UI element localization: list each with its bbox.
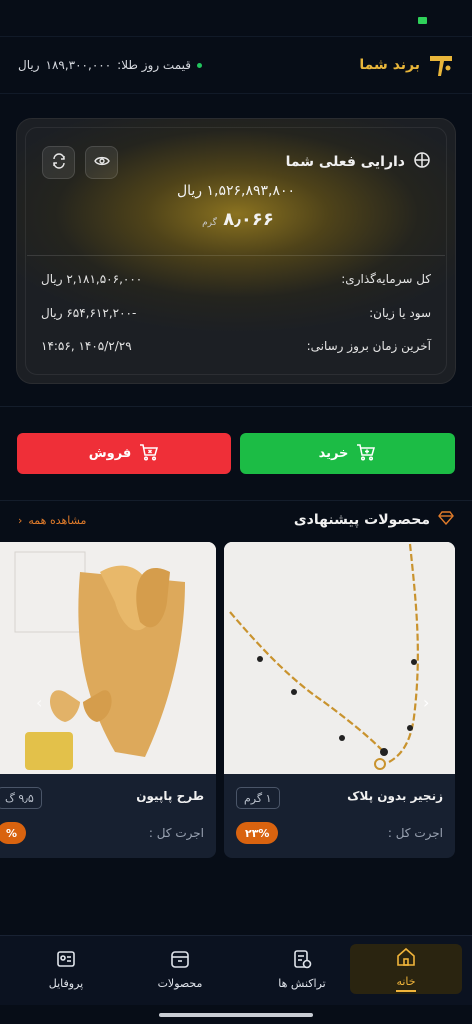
product-name: طرح پاپیون xyxy=(136,789,204,803)
gold-price-label: قیمت روز طلا: xyxy=(117,58,192,72)
receipt-icon xyxy=(292,949,312,972)
fee-label: اجرت کل : xyxy=(387,826,443,840)
nav-label: پروفایل xyxy=(48,976,84,990)
diamond-icon xyxy=(438,511,454,529)
nav-item-profile[interactable]: پروفایل xyxy=(10,944,122,994)
wallet-grams-value: ۸٫۰۶۶ xyxy=(223,209,274,230)
gold-price-value: ۱۸۹,۳۰۰,۰۰۰ xyxy=(45,58,112,72)
wallet-value: ۱,۵۲۶,۸۹۳,۸۰۰ ریال xyxy=(176,183,296,199)
sell-button[interactable]: فروش xyxy=(17,433,231,474)
wallet-card: دارایی فعلی شما ۱,۵۲۶,۸۹۳,۸۰۰ ریال ۸٫۰۶۶… xyxy=(16,118,456,384)
product-weight: ۹٫۵ گ xyxy=(0,787,42,809)
products-header: محصولات پیشنهادی مشاهده همه ‹ xyxy=(18,508,454,532)
divider xyxy=(0,406,472,407)
wallet-row-profit: سود یا زیان: -۶۵۴,۶۱۲,۲۰۰ ریال xyxy=(41,304,431,322)
divider xyxy=(0,500,472,501)
home-icon xyxy=(396,947,416,970)
row-value: -۶۵۴,۶۱۲,۲۰۰ ریال xyxy=(41,306,137,320)
brand-logo-icon xyxy=(428,52,454,78)
nav-label: محصولات xyxy=(157,976,203,990)
fee-label: اجرت کل : xyxy=(148,826,204,840)
sell-label: فروش xyxy=(88,446,132,461)
product-image xyxy=(0,542,216,774)
live-dot-icon xyxy=(197,62,203,68)
refresh-button[interactable] xyxy=(42,146,75,179)
wallet-title: دارایی فعلی شما xyxy=(286,151,431,173)
row-label: کل سرمایه‌گذاری: xyxy=(341,272,431,286)
box-icon xyxy=(170,949,190,972)
profile-card-icon xyxy=(56,949,76,972)
product-card[interactable]: زنجیر بدون پلاک ۱ گرم ۲۳% اجرت کل : xyxy=(224,542,455,858)
wallet-title-text: دارایی فعلی شما xyxy=(285,154,405,170)
see-all-link[interactable]: مشاهده همه ‹ xyxy=(18,514,86,527)
wallet-row-investment: کل سرمایه‌گذاری: ۲,۱۸۱,۵۰۶,۰۰۰ ریال xyxy=(41,270,431,288)
top-header: برند شما قیمت روز طلا: ۱۸۹,۳۰۰,۰۰۰ ریال xyxy=(0,36,472,94)
row-value: ۲,۱۸۱,۵۰۶,۰۰۰ ریال xyxy=(41,272,143,286)
eye-icon xyxy=(93,153,110,173)
status-bar xyxy=(0,0,472,36)
fee-badge: ۲۳% xyxy=(236,822,279,844)
chevron-left-icon: ‹ xyxy=(18,513,23,527)
toggle-visibility-button[interactable] xyxy=(85,146,118,179)
battery-icon xyxy=(418,17,427,24)
buy-label: خرید xyxy=(318,446,349,461)
row-label: سود یا زیان: xyxy=(369,306,431,320)
refresh-icon xyxy=(51,152,67,173)
cart-remove-icon xyxy=(139,443,159,465)
wallet-row-updated: آخرین زمان بروز رسانی: ۱۴۰۵/۲/۲۹ ,۱۴:۵۶ xyxy=(41,337,431,355)
product-name: زنجیر بدون پلاک xyxy=(347,789,443,803)
crosshair-icon xyxy=(413,151,431,173)
bottom-nav: خانه تراکنش ها محصولات پروفایل xyxy=(0,935,472,1005)
nav-item-transactions[interactable]: تراکنش ها xyxy=(246,944,358,994)
nav-item-home[interactable]: خانه xyxy=(350,944,462,994)
home-indicator[interactable] xyxy=(159,1013,313,1017)
carousel-prev-icon[interactable]: ‹ xyxy=(36,693,42,712)
row-value: ۱۴۰۵/۲/۲۹ ,۱۴:۵۶ xyxy=(41,339,132,353)
gold-price: قیمت روز طلا: ۱۸۹,۳۰۰,۰۰۰ ریال xyxy=(18,58,203,72)
cart-plus-icon xyxy=(356,443,376,465)
divider xyxy=(27,255,445,256)
brand[interactable]: برند شما xyxy=(359,52,454,78)
wallet-grams: ۸٫۰۶۶ گرم xyxy=(17,209,455,230)
buy-button[interactable]: خرید xyxy=(240,433,455,474)
fee-badge: % xyxy=(0,822,27,844)
brand-name: برند شما xyxy=(359,57,420,73)
nav-item-products[interactable]: محصولات xyxy=(124,944,236,994)
carousel-next-icon[interactable]: › xyxy=(423,693,429,712)
gold-price-unit: ریال xyxy=(18,58,40,72)
products-title: محصولات پیشنهادی xyxy=(294,511,454,529)
nav-label: تراکنش ها xyxy=(278,976,326,990)
product-weight: ۱ گرم xyxy=(236,787,280,809)
product-image xyxy=(224,542,455,774)
see-all-label: مشاهده همه xyxy=(28,513,87,527)
wallet-grams-unit: گرم xyxy=(202,218,217,228)
products-title-text: محصولات پیشنهادی xyxy=(293,512,430,528)
nav-label: خانه xyxy=(396,975,416,992)
product-card[interactable]: طرح پاپیون ۹٫۵ گ % اجرت کل : xyxy=(0,542,216,858)
row-label: آخرین زمان بروز رسانی: xyxy=(306,339,431,353)
